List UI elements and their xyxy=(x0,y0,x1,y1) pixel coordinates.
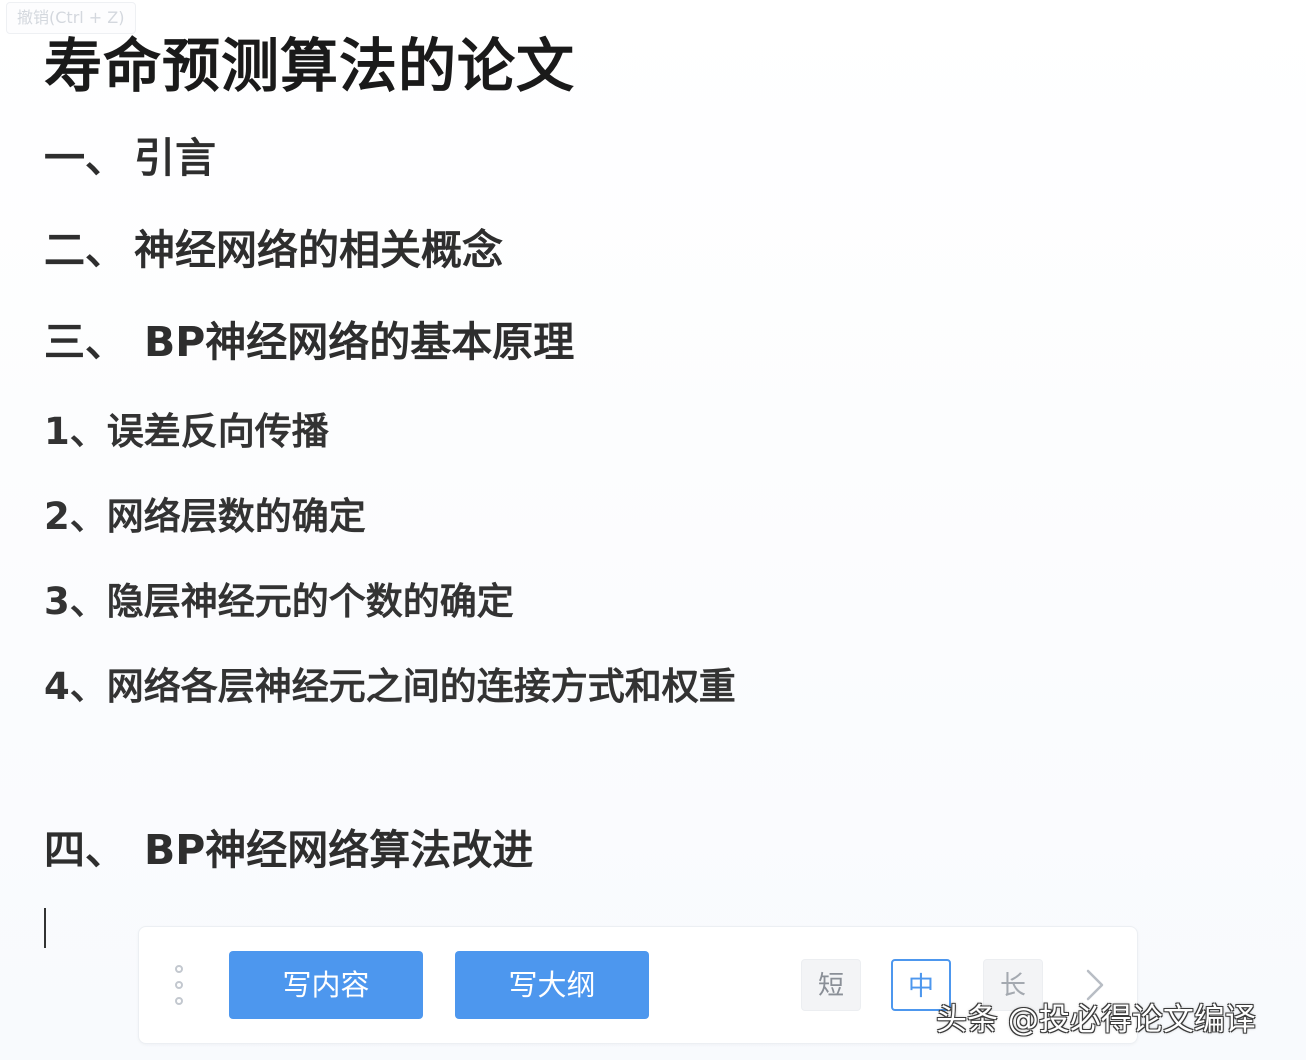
list-item-error-backprop[interactable]: 1、误差反向传播 xyxy=(44,408,329,456)
section-number: 一、 xyxy=(44,134,126,182)
section-heading-introduction[interactable]: 一、 引言 xyxy=(44,132,216,184)
write-content-button[interactable]: 写内容 xyxy=(229,951,423,1019)
list-item-layer-count[interactable]: 2、网络层数的确定 xyxy=(44,493,366,541)
section-text: BP神经网络算法改进 xyxy=(144,826,534,874)
section-number: 二、 xyxy=(44,226,126,274)
list-item-hidden-neurons[interactable]: 3、隐层神经元的个数的确定 xyxy=(44,578,514,626)
handle-dot xyxy=(175,965,183,973)
write-outline-button[interactable]: 写大纲 xyxy=(455,951,649,1019)
text-cursor[interactable] xyxy=(44,908,46,948)
handle-dot xyxy=(175,981,183,989)
section-text: 神经网络的相关概念 xyxy=(134,226,503,274)
section-heading-concepts[interactable]: 二、 神经网络的相关概念 xyxy=(44,224,503,276)
section-text: 引言 xyxy=(134,134,216,182)
section-number: 三、 xyxy=(44,318,126,366)
section-heading-bp-principles[interactable]: 三、 BP神经网络的基本原理 xyxy=(44,316,574,368)
section-text: BP神经网络的基本原理 xyxy=(144,318,575,366)
length-short-button[interactable]: 短 xyxy=(801,959,861,1011)
section-number: 四、 xyxy=(44,826,126,874)
handle-dot xyxy=(175,997,183,1005)
list-item-connections-weights[interactable]: 4、网络各层神经元之间的连接方式和权重 xyxy=(44,663,736,711)
watermark: 头条 @投必得论文编译 xyxy=(936,1002,1256,1038)
drag-handle-icon[interactable] xyxy=(173,965,185,1005)
section-heading-bp-improvement[interactable]: 四、 BP神经网络算法改进 xyxy=(44,824,533,876)
document-title[interactable]: 寿命预测算法的论文 xyxy=(44,28,575,104)
